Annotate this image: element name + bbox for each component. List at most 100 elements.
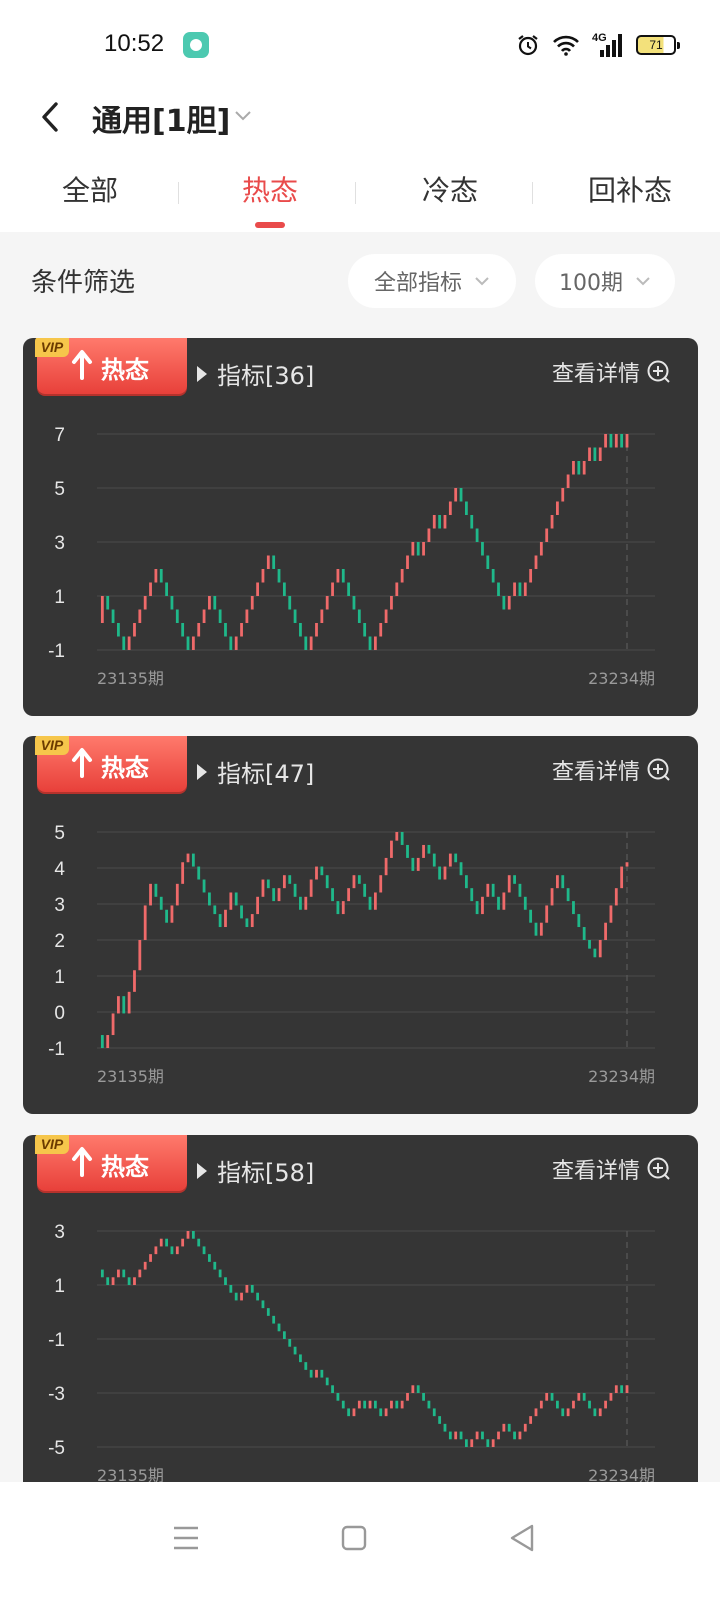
indicator-toggle[interactable]: 指标[58] (197, 1153, 314, 1188)
candle (149, 1254, 152, 1262)
candle (550, 515, 554, 529)
candle (593, 948, 597, 958)
candle (218, 1269, 222, 1278)
candle (234, 892, 238, 906)
candle (181, 1238, 185, 1247)
candle (390, 1400, 393, 1409)
indicator-chart: 31-1-3-523135期 23234期 (48, 1222, 655, 1485)
candle (277, 569, 281, 583)
candle (208, 1254, 211, 1262)
candle (416, 857, 420, 871)
candle (486, 555, 490, 569)
candle (315, 866, 318, 880)
candle (459, 1431, 463, 1440)
candle (282, 582, 286, 596)
candle (154, 1246, 158, 1255)
tab-all[interactable]: 全部 (0, 146, 180, 232)
indicator-card[interactable]: 热态 VIP 指标[58] 查看详情 3 1 -1 -3 -5 23135期 23234期 (23, 1135, 698, 1513)
y-tick-label: -1 (48, 1330, 65, 1351)
indicator-card[interactable]: 热态 VIP 指标[36] 查看详情 7 5 3 1 -1 23135期 23234期 (23, 338, 698, 716)
candle (341, 1400, 345, 1409)
system-nav-bar (0, 1482, 720, 1600)
candle (331, 1385, 334, 1393)
indicator-toggle[interactable]: 指标[47] (197, 754, 314, 789)
candle (395, 1400, 399, 1409)
candle (438, 515, 442, 529)
candle (277, 1323, 281, 1332)
vip-tag: VIP (35, 338, 69, 357)
view-detail-button[interactable]: 查看详情 (552, 1153, 672, 1185)
candle (213, 1261, 217, 1270)
candle (186, 636, 190, 650)
candle (422, 844, 425, 858)
indicator-card[interactable]: 热态 VIP 指标[47] 查看详情 5 4 3 2 1 0 -1 23135期 23234期 (23, 736, 698, 1114)
candle (336, 1393, 340, 1401)
candle (497, 896, 500, 910)
view-detail-button[interactable]: 查看详情 (552, 754, 672, 786)
candle (620, 434, 624, 448)
candle (416, 542, 420, 556)
candle (604, 1400, 607, 1409)
candle (352, 1408, 356, 1417)
page-title[interactable]: 通用[1胆] (92, 96, 230, 140)
candle (438, 1416, 442, 1424)
candle (266, 1308, 270, 1316)
candle (379, 875, 383, 893)
indicator-toggle[interactable]: 指标[36] (197, 356, 314, 391)
zoom-in-icon (647, 1157, 670, 1180)
candle (224, 909, 227, 928)
candle (117, 623, 120, 637)
candle (170, 1246, 174, 1255)
y-tick-label: 4 (54, 859, 65, 880)
candle (138, 609, 142, 623)
tab-divider (532, 182, 533, 204)
candle (304, 636, 308, 650)
back-icon[interactable] (36, 96, 66, 138)
candle (368, 896, 372, 910)
candle (272, 1315, 276, 1324)
indicator-select[interactable]: 全部指标 (348, 254, 516, 308)
candle (550, 888, 554, 906)
candle (427, 528, 431, 542)
candle (518, 883, 522, 897)
app-notification-icon (183, 32, 209, 58)
candle (266, 555, 270, 569)
y-tick-label: 1 (54, 587, 65, 608)
tab-rebound[interactable]: 回补态 (540, 146, 720, 232)
view-detail-button[interactable]: 查看详情 (552, 356, 672, 388)
candle (406, 555, 409, 569)
candle (175, 1246, 179, 1255)
home-icon[interactable] (334, 1518, 374, 1558)
candle (341, 901, 345, 915)
period-select[interactable]: 100期 (535, 254, 675, 308)
y-tick-label: 7 (54, 425, 65, 446)
tab-hot[interactable]: 热态 (180, 146, 360, 232)
candle (588, 447, 591, 461)
candle (229, 636, 233, 650)
candle (165, 909, 168, 923)
candle (545, 905, 549, 923)
candle (186, 853, 190, 863)
candle (320, 609, 324, 623)
candle (459, 862, 463, 876)
candle (390, 840, 393, 858)
tab-cold[interactable]: 冷态 (360, 146, 540, 232)
candle (357, 609, 361, 623)
indicator-chart: 7 5 3 1 -1 23135期 23234期 (48, 425, 655, 688)
back-nav-icon[interactable] (502, 1518, 542, 1558)
candle (245, 609, 249, 623)
chevron-down-icon[interactable] (232, 104, 254, 126)
badge-label: 热态 (101, 754, 149, 782)
candle (507, 596, 511, 610)
candle (406, 1393, 409, 1401)
candle (352, 596, 356, 610)
candle (309, 1369, 313, 1378)
candle (395, 582, 399, 596)
header: 通用[1胆] (0, 88, 720, 146)
candle (213, 905, 217, 915)
menu-icon[interactable] (166, 1518, 206, 1558)
candle (561, 488, 565, 502)
candle (336, 901, 340, 915)
candle (331, 582, 334, 596)
x-start-label: 23135期 (97, 1067, 164, 1086)
